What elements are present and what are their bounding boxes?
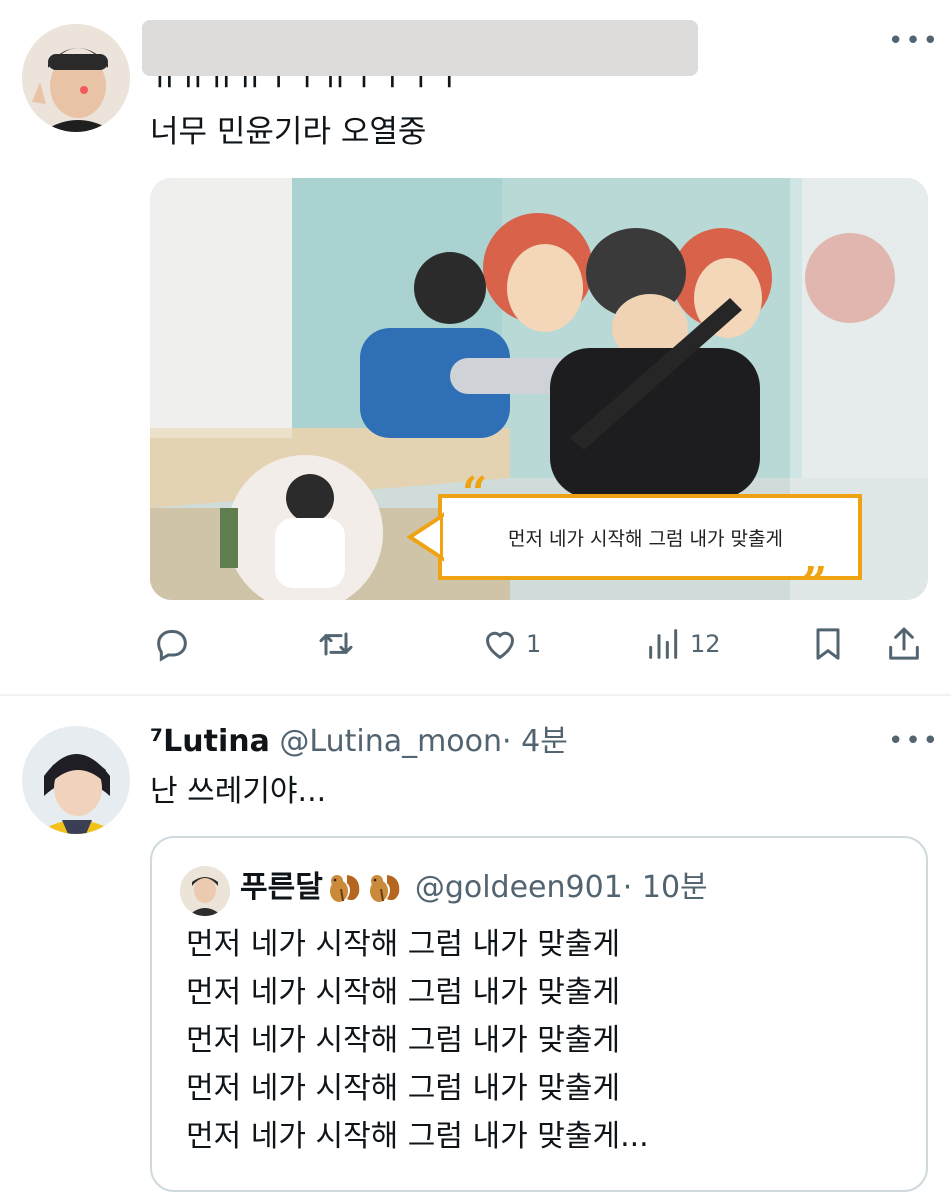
quoted-user-handle: @goldeen901 xyxy=(414,870,623,905)
more-options-icon[interactable]: ••• xyxy=(888,26,940,56)
quoted-display-name: 푸른달 xyxy=(240,870,323,905)
reply-icon xyxy=(157,630,187,662)
quoted-author-header: 푸른달 @goldeen901 · 10분 xyxy=(240,866,708,910)
tweet-time[interactable]: · 4분 xyxy=(502,724,568,759)
like-button[interactable]: 1 xyxy=(480,622,541,666)
quoted-tweet-time: · 10분 xyxy=(622,870,708,905)
share-icon xyxy=(889,627,919,660)
bookmark-button[interactable] xyxy=(808,622,848,666)
user-avatar[interactable] xyxy=(22,726,130,834)
quoted-text-line: 먼저 네가 시작해 그럼 내가 맞출게 xyxy=(186,1071,621,1106)
quoted-text-line: 먼저 네가 시작해 그럼 내가 맞출게... xyxy=(186,1119,649,1154)
tweet-media-image[interactable]: “ ” 먼저 네가 시작해 그럼 내가 맞출게 xyxy=(150,178,928,600)
views-icon xyxy=(649,629,678,659)
chipmunk-emoji-icon xyxy=(325,869,363,907)
retweet-button[interactable] xyxy=(316,622,356,666)
tweet-author-header: ⁷Lutina @Lutina_moon· 4분 xyxy=(150,722,568,762)
tweet-text: 난 쓰레기야... xyxy=(150,774,327,809)
user-avatar[interactable] xyxy=(22,24,130,132)
quoted-text-line: 먼저 네가 시작해 그럼 내가 맞출게 xyxy=(186,975,621,1010)
quoted-text-line: 먼저 네가 시작해 그럼 내가 맞출게 xyxy=(186,1023,621,1058)
tweet-divider xyxy=(0,694,951,696)
share-button[interactable] xyxy=(884,622,924,666)
user-handle[interactable]: @Lutina_moon xyxy=(279,724,502,759)
bookmark-icon xyxy=(816,628,840,660)
redacted-header xyxy=(142,20,698,76)
heart-icon xyxy=(485,631,515,660)
retweet-icon xyxy=(319,632,353,656)
tweet-text: 너무 민윤기라 오열중 xyxy=(150,114,427,150)
tweet-partial-line: ㅠㅠㅠㅠㅜㅜㅠㅜㅜㅜㅜ xyxy=(150,76,464,97)
quoted-user-avatar xyxy=(180,866,230,916)
media-caption: 먼저 네가 시작해 그럼 내가 맞출게 xyxy=(508,528,783,550)
more-options-icon[interactable]: ••• xyxy=(888,726,940,756)
views-count: 12 xyxy=(690,630,721,658)
chipmunk-emoji-icon xyxy=(365,869,403,907)
like-count: 1 xyxy=(526,630,542,658)
svg-text:”: ” xyxy=(802,558,827,600)
views-button[interactable]: 12 xyxy=(644,622,721,666)
reply-button[interactable] xyxy=(152,622,192,666)
display-name[interactable]: ⁷Lutina xyxy=(150,724,270,759)
quoted-text-line: 먼저 네가 시작해 그럼 내가 맞출게 xyxy=(186,927,621,962)
svg-text:“: “ xyxy=(462,468,487,519)
